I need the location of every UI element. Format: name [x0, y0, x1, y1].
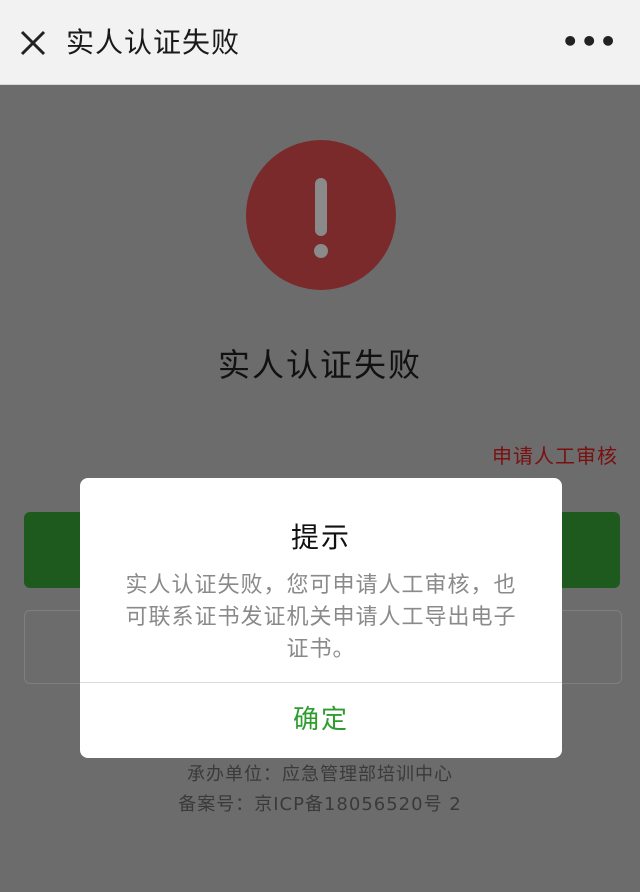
- result-heading: 实人认证失败: [217, 346, 422, 384]
- alert-dialog: 提示 实人认证失败，您可申请人工审核，也可联系证书发证机关申请人工导出电子证书。…: [80, 478, 562, 758]
- dialog-title: 提示: [290, 521, 351, 554]
- more-menu-icon[interactable]: •••: [561, 27, 618, 57]
- manual-review-link[interactable]: 申请人工审核: [492, 440, 618, 469]
- nav-bar: 实人认证失败 •••: [0, 0, 640, 85]
- page-title: 实人认证失败: [66, 26, 241, 59]
- footer-organizer: 承办单位：应急管理部培训中心: [187, 764, 453, 785]
- dialog-message: 实人认证失败，您可申请人工审核，也可联系证书发证机关申请人工导出电子证书。: [125, 573, 517, 662]
- alert-icon: [246, 140, 396, 290]
- confirm-button[interactable]: 确定: [80, 682, 562, 758]
- footer-icp: 备案号：京ICP备18056520号 2: [178, 794, 462, 815]
- close-icon[interactable]: [18, 28, 48, 58]
